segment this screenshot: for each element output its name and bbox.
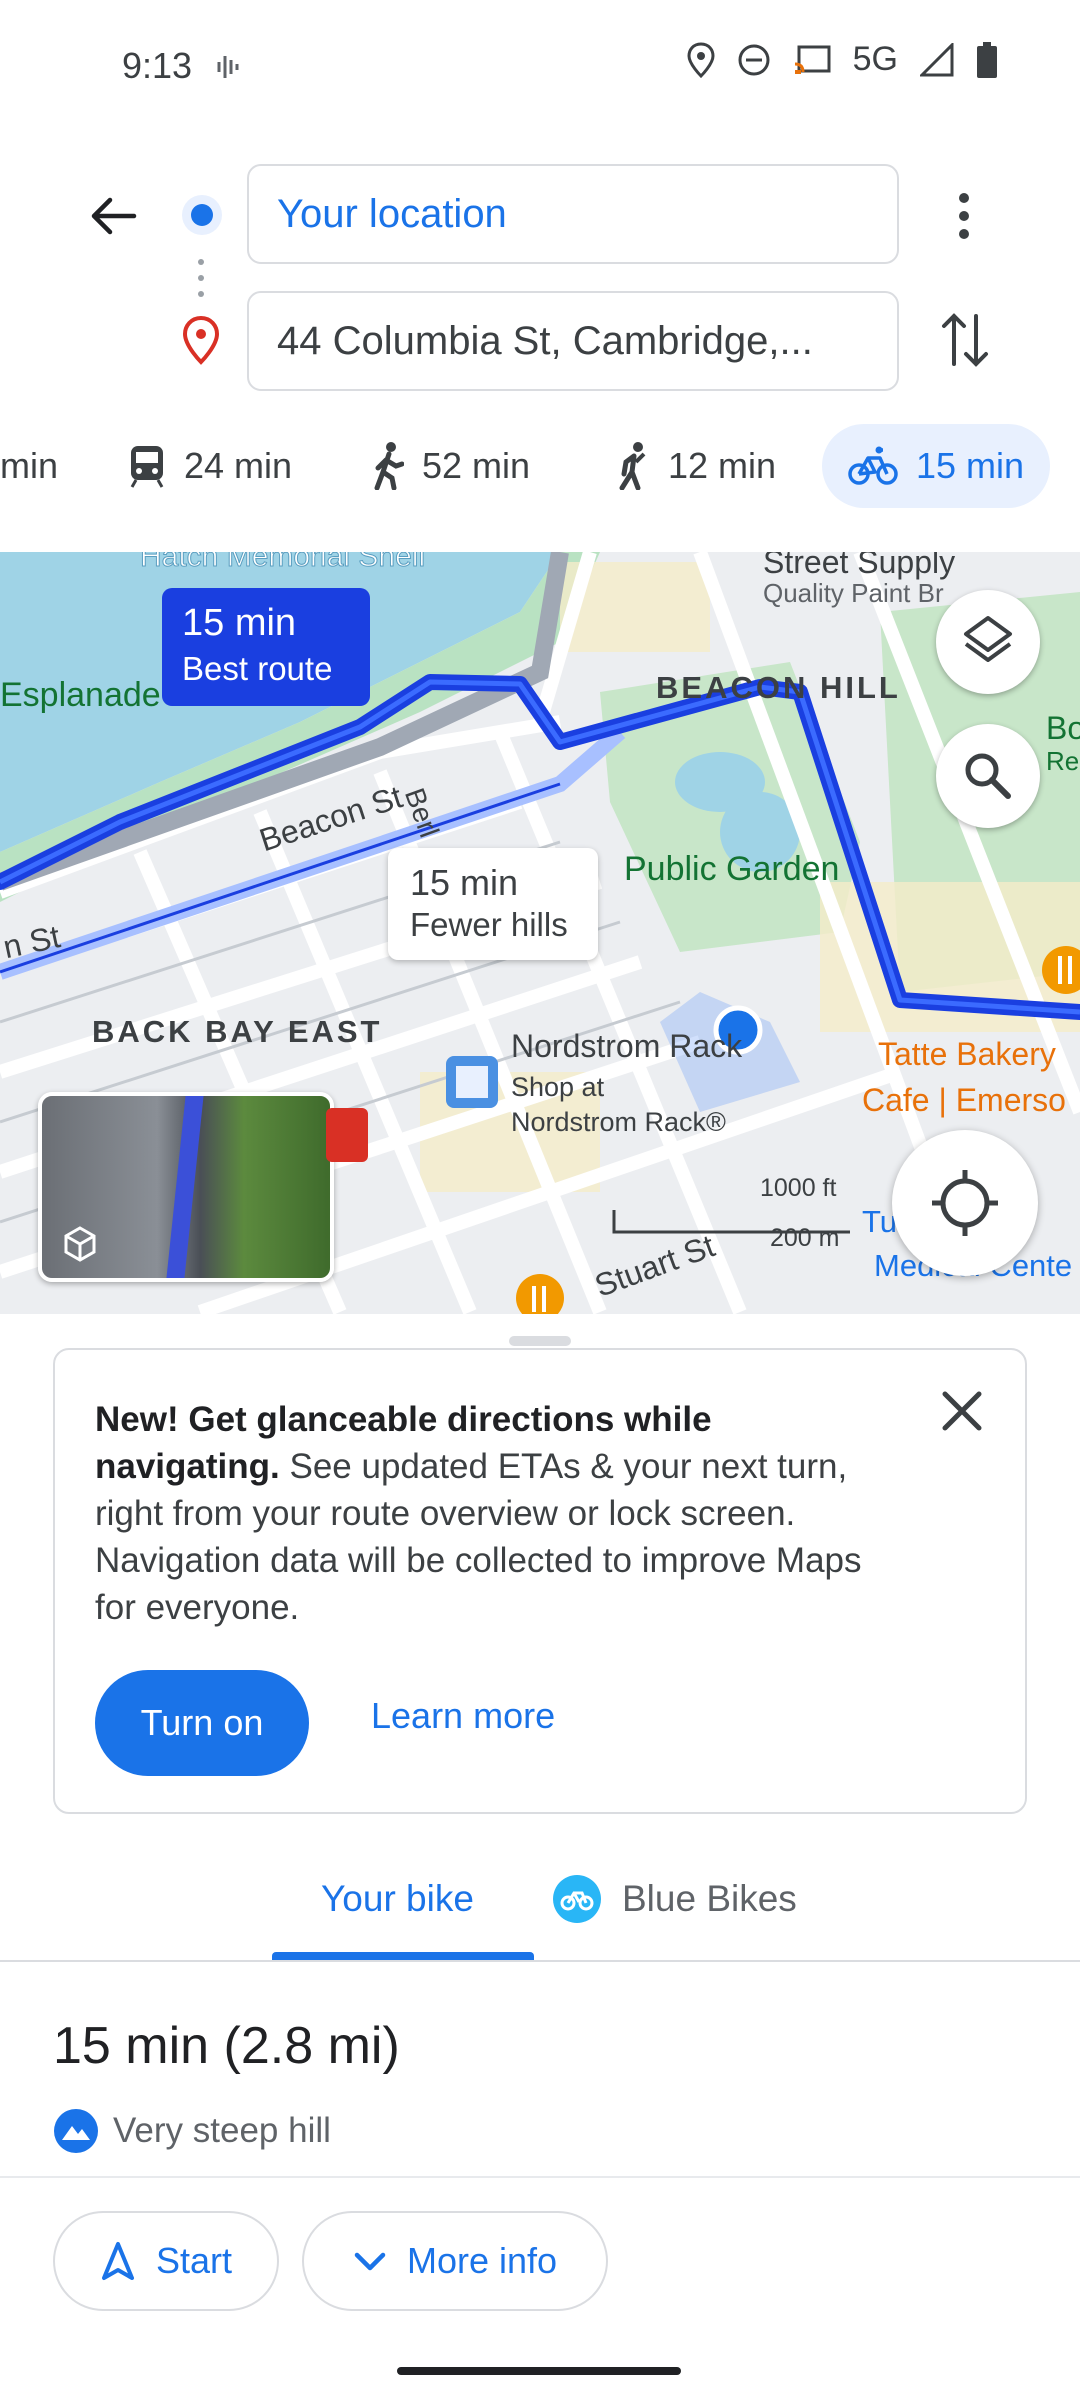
swap-icon[interactable] bbox=[940, 310, 990, 370]
map-label-public-garden: Public Garden bbox=[624, 850, 840, 888]
map-label-back-bay-east: BACK BAY EAST bbox=[92, 1014, 383, 1049]
mountain-icon bbox=[54, 2109, 98, 2153]
cast-icon bbox=[794, 45, 831, 74]
actions-divider bbox=[0, 2176, 1080, 2178]
my-location-button[interactable] bbox=[892, 1130, 1038, 1276]
mode-drive[interactable]: min bbox=[0, 424, 58, 508]
street-view-route bbox=[166, 1096, 204, 1278]
status-bar: 9:13 5G bbox=[0, 0, 1088, 135]
chick-fil-a-logo bbox=[326, 1108, 368, 1162]
more-info-button[interactable]: More info bbox=[302, 2211, 608, 2311]
map-label-nordstrom: Nordstrom Rack bbox=[511, 1028, 743, 1064]
map-label-scale-m: 200 m bbox=[770, 1224, 840, 1252]
route-duration: 15 min (2.8 mi) bbox=[53, 2017, 400, 2075]
more-options-icon[interactable] bbox=[952, 190, 976, 242]
map-label-beacon-hill: BEACON HILL bbox=[656, 670, 901, 705]
route-note-text: Very steep hill bbox=[113, 2111, 331, 2150]
learn-more-link[interactable]: Learn more bbox=[371, 1695, 555, 1737]
mode-rideshare[interactable]: 12 min bbox=[612, 424, 776, 508]
mode-walk-label: 52 min bbox=[422, 445, 531, 486]
close-icon[interactable] bbox=[937, 1386, 987, 1436]
map-label-nordstrom-rack-reg: Nordstrom Rack® bbox=[511, 1107, 726, 1137]
restaurant-pin-icon bbox=[1042, 946, 1080, 994]
map-search-button[interactable] bbox=[936, 724, 1040, 828]
turn-on-button[interactable]: Turn on bbox=[95, 1670, 309, 1776]
map-label-hatch: Hatch Memorial Shell bbox=[139, 552, 426, 574]
route-note: Very steep hill bbox=[53, 2108, 331, 2154]
map-view[interactable]: Hatch Memorial Shell Esplanade Street Su… bbox=[0, 552, 1080, 1314]
map-label-re: Re bbox=[1046, 746, 1080, 776]
more-info-button-label: More info bbox=[406, 2240, 558, 2281]
chevron-down-icon bbox=[354, 2252, 386, 2271]
best-route-time: 15 min bbox=[182, 602, 297, 644]
blue-bikes-icon bbox=[553, 1875, 601, 1923]
destination-input[interactable]: 44 Columbia St, Cambridge,... bbox=[247, 291, 899, 391]
status-time: 9:13 bbox=[122, 45, 193, 86]
mode-transit-label: 24 min bbox=[184, 445, 293, 486]
best-route-label: Best route bbox=[182, 650, 333, 687]
origin-dot-icon bbox=[182, 195, 222, 235]
mode-bike-label: 15 min bbox=[916, 445, 1025, 486]
location-icon bbox=[687, 41, 715, 78]
map-label-street-supply: Street Supply bbox=[763, 552, 956, 580]
map-label-tatte-1: Tatte Bakery bbox=[878, 1036, 1056, 1072]
promo-text: New! Get glanceable directions while nav… bbox=[95, 1396, 875, 1631]
tab-your-bike[interactable]: Your bike bbox=[321, 1878, 474, 1920]
alt-route-label: Fewer hills bbox=[410, 906, 568, 943]
map-label-bo: Bo bbox=[1046, 710, 1080, 746]
origin-input[interactable]: Your location bbox=[247, 164, 899, 264]
dnd-icon bbox=[738, 44, 770, 75]
mode-walk[interactable]: 52 min bbox=[372, 424, 530, 508]
map-label-esplanade: Esplanade bbox=[0, 676, 161, 714]
3d-cube-icon bbox=[64, 1226, 96, 1262]
layers-icon bbox=[964, 616, 1012, 662]
signal-icon bbox=[920, 42, 954, 76]
voice-icon bbox=[217, 56, 239, 78]
best-route-callout[interactable]: 15 min Best route bbox=[162, 588, 370, 706]
back-arrow-icon[interactable] bbox=[88, 191, 138, 241]
map-label-scale-ft: 1000 ft bbox=[760, 1174, 837, 1202]
route-dots-icon bbox=[198, 259, 204, 297]
search-icon bbox=[965, 753, 1011, 799]
mode-drive-label: min bbox=[0, 445, 59, 486]
start-button[interactable]: Start bbox=[53, 2211, 279, 2311]
sheet-drag-handle[interactable] bbox=[509, 1336, 571, 1346]
destination-pin-icon bbox=[182, 316, 220, 365]
navigation-arrow-icon bbox=[101, 2242, 134, 2280]
store-icon bbox=[446, 1056, 498, 1108]
mode-rideshare-label: 12 min bbox=[668, 445, 777, 486]
mode-bike[interactable]: 15 min bbox=[822, 424, 1051, 508]
map-label-quality-paint: Quality Paint Br bbox=[763, 578, 944, 608]
train-icon bbox=[130, 446, 164, 488]
walk-icon bbox=[374, 442, 404, 490]
layers-button[interactable] bbox=[936, 590, 1040, 694]
travel-mode-row: min 24 min 52 min 12 min 15 min bbox=[0, 424, 1088, 534]
gesture-nav-handle[interactable] bbox=[397, 2367, 681, 2375]
status-icons: 5G bbox=[687, 40, 998, 79]
alt-route-callout[interactable]: 15 min Fewer hills bbox=[388, 848, 598, 960]
promo-card: New! Get glanceable directions while nav… bbox=[53, 1348, 1027, 1814]
restaurant-pin-2-icon bbox=[516, 1274, 564, 1314]
map-label-shop-at: Shop at bbox=[511, 1072, 605, 1102]
rideshare-icon bbox=[619, 442, 646, 490]
battery-icon bbox=[977, 41, 997, 78]
map-label-tatte-2: Cafe | Emerso bbox=[862, 1082, 1066, 1118]
mode-transit[interactable]: 24 min bbox=[128, 424, 292, 508]
tab-blue-bikes-label: Blue Bikes bbox=[622, 1878, 797, 1919]
bike-icon bbox=[848, 446, 898, 485]
tab-indicator bbox=[272, 1952, 534, 1960]
network-label: 5G bbox=[852, 40, 898, 78]
alt-route-time: 15 min bbox=[410, 862, 519, 903]
tab-divider bbox=[0, 1960, 1080, 1962]
street-view-thumbnail[interactable] bbox=[38, 1092, 334, 1282]
start-button-label: Start bbox=[155, 2240, 233, 2281]
crosshair-icon bbox=[932, 1170, 998, 1236]
